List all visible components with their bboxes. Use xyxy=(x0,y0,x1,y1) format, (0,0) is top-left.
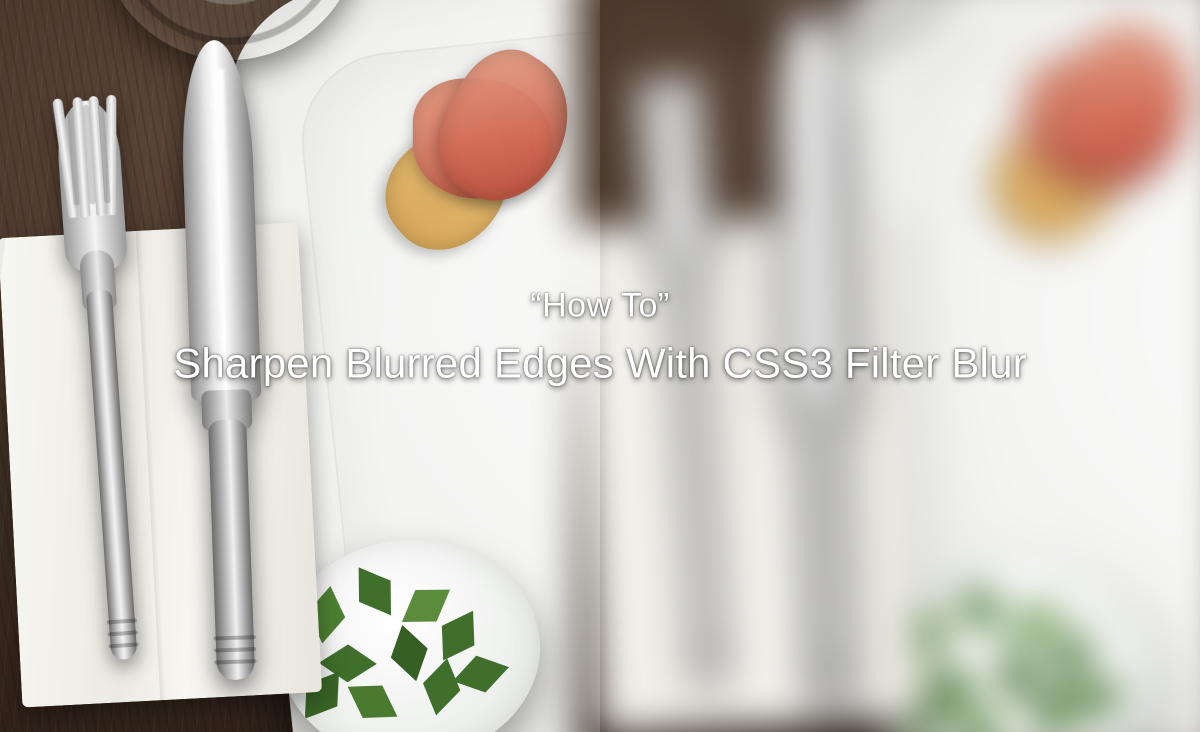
prosciutto xyxy=(383,36,597,274)
blurred-half xyxy=(576,0,1200,732)
hero-image: “How To” Sharpen Blurred Edges With CSS3… xyxy=(0,0,1200,732)
sharp-half xyxy=(0,0,600,732)
